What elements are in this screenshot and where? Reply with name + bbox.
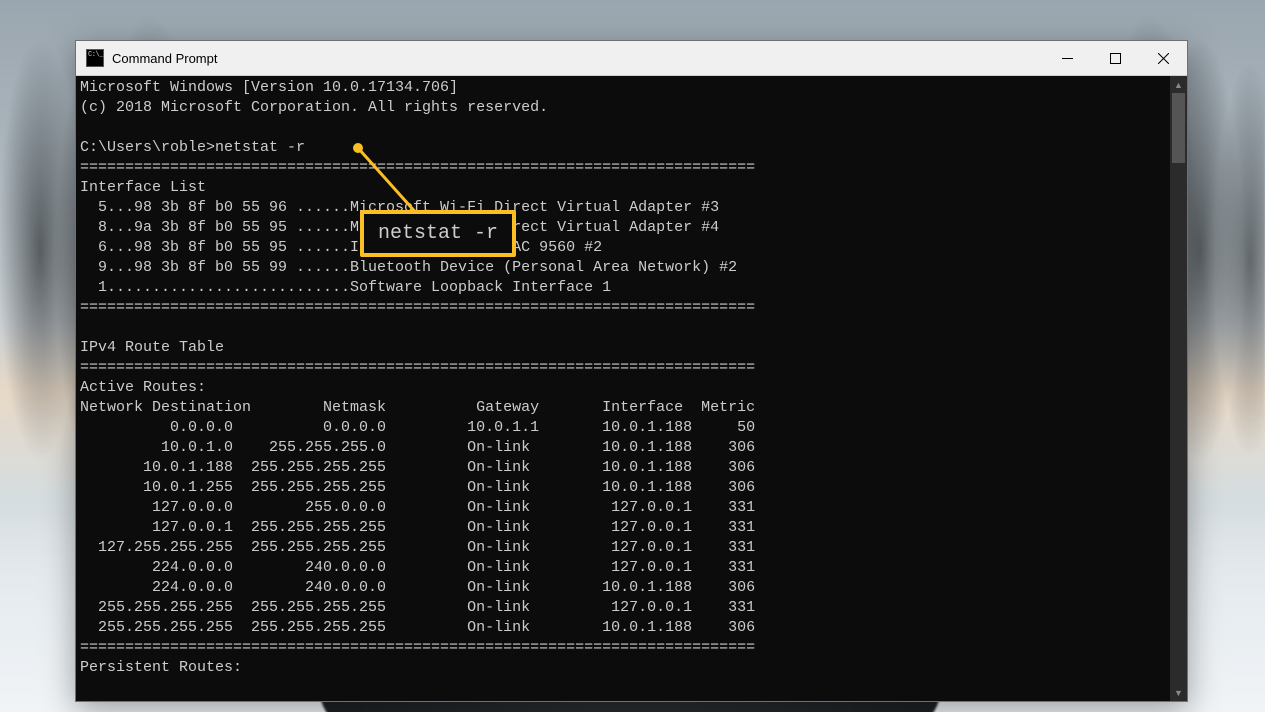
window-controls [1043,41,1187,75]
route-row: 255.255.255.255 255.255.255.255 On-link … [80,619,755,636]
scroll-thumb[interactable] [1172,93,1185,163]
window-title: Command Prompt [112,51,1043,66]
separator: ========================================… [80,639,755,656]
separator: ========================================… [80,299,755,316]
route-row: 10.0.1.255 255.255.255.255 On-link 10.0.… [80,479,755,496]
prompt-prefix: C:\Users\roble> [80,139,215,156]
route-row: 10.0.1.188 255.255.255.255 On-link 10.0.… [80,459,755,476]
scroll-down-button[interactable]: ▼ [1170,684,1187,701]
scroll-up-button[interactable]: ▲ [1170,76,1187,93]
route-columns: Network Destination Netmask Gateway Inte… [80,399,755,416]
interface-row: 6...98 3b 8f b0 55 95 ......Intel(R) Wir… [80,239,602,256]
ipv4-header: IPv4 Route Table [80,339,224,356]
minimize-button[interactable] [1043,41,1091,75]
interface-list-header: Interface List [80,179,206,196]
vertical-scrollbar[interactable]: ▲ ▼ [1170,76,1187,701]
console-output[interactable]: Microsoft Windows [Version 10.0.17134.70… [76,76,1170,701]
command-prompt-window: Command Prompt Microsoft Windows [Versio… [75,40,1188,702]
version-line: Microsoft Windows [Version 10.0.17134.70… [80,79,458,96]
route-row: 224.0.0.0 240.0.0.0 On-link 10.0.1.188 3… [80,579,755,596]
route-row: 127.0.0.0 255.0.0.0 On-link 127.0.0.1 33… [80,499,755,516]
titlebar[interactable]: Command Prompt [76,41,1187,76]
interface-row: 1...........................Software Loo… [80,279,611,296]
interface-row: 5...98 3b 8f b0 55 96 ......Microsoft Wi… [80,199,719,216]
route-row: 224.0.0.0 240.0.0.0 On-link 127.0.0.1 33… [80,559,755,576]
prompt-command: netstat -r [215,139,305,156]
maximize-button[interactable] [1091,41,1139,75]
close-button[interactable] [1139,41,1187,75]
active-routes-header: Active Routes: [80,379,206,396]
separator: ========================================… [80,359,755,376]
persistent-routes-header: Persistent Routes: [80,659,242,676]
interface-row: 8...9a 3b 8f b0 55 95 ......Microsoft Wi… [80,219,719,236]
route-row: 127.0.0.1 255.255.255.255 On-link 127.0.… [80,519,755,536]
client-area: Microsoft Windows [Version 10.0.17134.70… [76,76,1187,701]
route-row: 10.0.1.0 255.255.255.0 On-link 10.0.1.18… [80,439,755,456]
interface-row: 9...98 3b 8f b0 55 99 ......Bluetooth De… [80,259,737,276]
separator: ========================================… [80,159,755,176]
copyright-line: (c) 2018 Microsoft Corporation. All righ… [80,99,548,116]
cmd-icon [86,49,104,67]
route-row: 0.0.0.0 0.0.0.0 10.0.1.1 10.0.1.188 50 [80,419,755,436]
route-row: 127.255.255.255 255.255.255.255 On-link … [80,539,755,556]
route-row: 255.255.255.255 255.255.255.255 On-link … [80,599,755,616]
